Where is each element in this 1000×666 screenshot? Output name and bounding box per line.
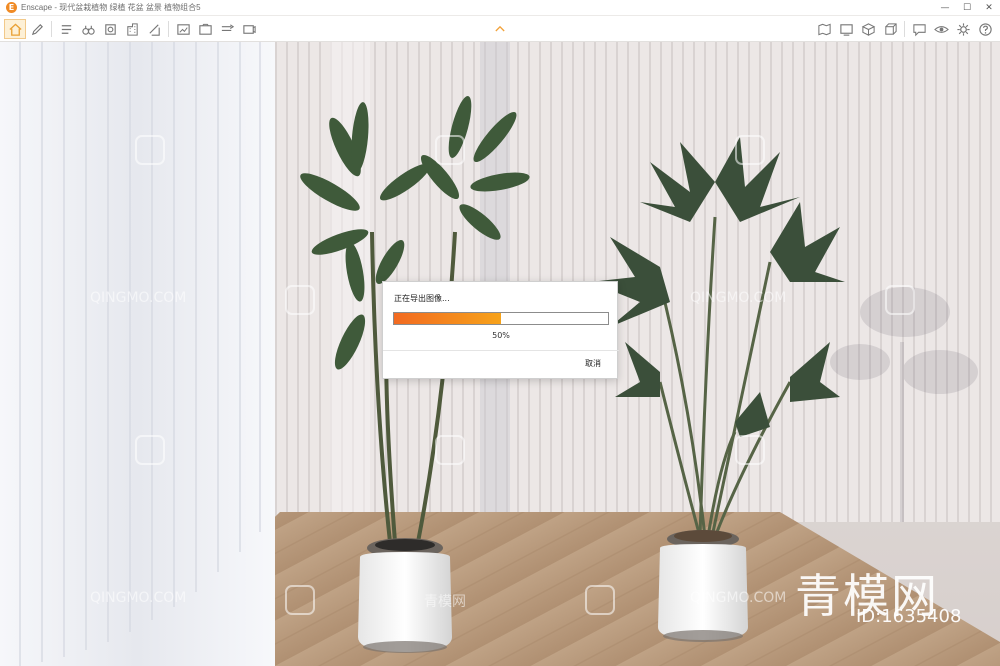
render-icon [839,23,853,36]
settings-button[interactable] [952,19,974,39]
video-icon [221,23,234,31]
home-icon [8,22,22,36]
home-button[interactable] [4,19,26,39]
binoculars-button[interactable] [77,19,99,39]
toolbar [0,16,1000,42]
watermark-logo-icon [735,435,765,465]
watermark-logo-icon [435,435,465,465]
view-button[interactable] [930,19,952,39]
toolbar-left-group [4,19,260,39]
cube-button[interactable] [879,19,901,39]
render-button[interactable] [835,19,857,39]
watermark-id: ID:1635408 [856,606,962,627]
watermark-text: QINGMO.COM [690,290,787,306]
list-button[interactable] [55,19,77,39]
collapse-toolbar-button[interactable] [492,21,508,35]
view-icon [933,25,949,33]
toolbar-separator [168,21,169,37]
export-progress-dialog: 正在导出图像... 50% 取消 [382,281,619,379]
toolbar-separator [904,21,905,37]
help-icon [978,22,992,36]
watermark-logo-icon [285,585,315,615]
close-button[interactable]: ✕ [978,0,1000,16]
map-icon [817,23,831,35]
building-icon [126,22,138,36]
window-title: Enscape - 现代盆栽植物 绿植 花盆 盆景 植物组合5 [21,3,201,12]
panorama-button[interactable] [238,19,260,39]
building-button[interactable] [121,19,143,39]
watermark-logo-icon [735,135,765,165]
chevron-up-icon [495,25,505,31]
window-controls: — ☐ ✕ [934,0,1000,16]
binoculars-icon [81,25,95,35]
export-image-button[interactable] [172,19,194,39]
panorama-icon [242,24,256,34]
watermark-logo-icon [135,135,165,165]
video-button[interactable] [216,19,238,39]
map-button[interactable] [813,19,835,39]
cancel-button[interactable]: 取消 [585,358,601,369]
watermark-logo-icon [435,135,465,165]
enscape-window: E Enscape - 现代盆栽植物 绿植 花盆 盆景 植物组合5 — ☐ ✕ [0,0,1000,666]
maximize-button[interactable]: ☐ [956,0,978,16]
watermark-text: QINGMO.COM [690,590,787,606]
toolbar-right-group [813,19,996,39]
help-button[interactable] [974,19,996,39]
enscape-logo-icon: E [6,2,17,13]
object-icon [861,22,875,36]
cube-icon [884,22,897,35]
draw-button[interactable] [26,19,48,39]
screenshot-icon [198,23,212,35]
watermark-logo-icon [885,285,915,315]
settings-icon [956,22,970,36]
list-icon [61,24,71,34]
screenshot-button[interactable] [194,19,216,39]
sun-button[interactable] [99,19,121,39]
dialog-divider [383,350,619,351]
watermark-logo-icon [135,435,165,465]
toolbar-separator [51,21,52,37]
progress-percent: 50% [492,331,510,340]
pen-icon [31,23,43,35]
watermark-text: QINGMO.COM [90,590,187,606]
watermark-cn-text: 青模网 [424,594,466,610]
title-bar: E Enscape - 现代盆栽植物 绿植 花盆 盆景 植物组合5 — ☐ ✕ [0,0,1000,16]
clip-button[interactable] [143,19,165,39]
sun-icon [104,23,116,35]
progress-bar [393,312,609,325]
watermark-logo-icon [285,285,315,315]
progress-bar-fill [394,313,501,324]
dialog-title: 正在导出图像... [394,294,450,303]
chat-button[interactable] [908,19,930,39]
export-image-icon [176,23,190,35]
watermark-logo-icon [585,585,615,615]
clip-icon [148,23,160,36]
chat-icon [912,23,926,36]
object-button[interactable] [857,19,879,39]
minimize-button[interactable]: — [934,0,956,16]
watermark-text: QINGMO.COM [90,290,187,306]
